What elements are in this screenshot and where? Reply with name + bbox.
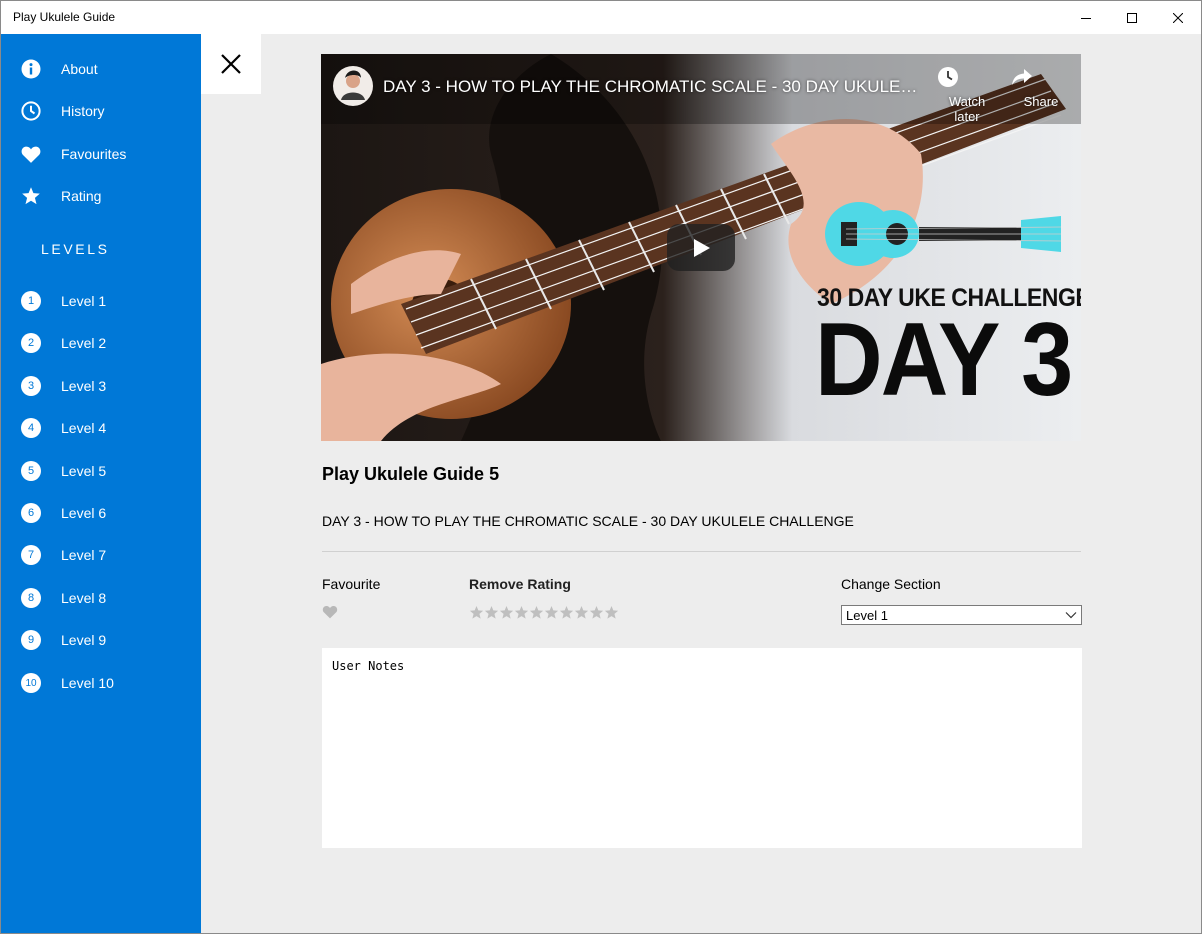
clock-icon (938, 67, 958, 87)
heart-icon (322, 605, 338, 619)
window-controls (1063, 1, 1201, 34)
watch-later-button[interactable]: Watch later (937, 66, 997, 124)
chevron-down-icon (1065, 612, 1077, 619)
star-icon[interactable] (589, 605, 604, 620)
divider (322, 551, 1081, 552)
sidebar-item-label: Level 6 (61, 505, 107, 521)
sidebar-item-label: Level 7 (61, 547, 107, 563)
sidebar-item-label: Level 1 (61, 293, 107, 309)
number-5-icon: 5 (21, 461, 41, 481)
info-icon (21, 59, 41, 79)
sidebar-item-label: About (61, 61, 98, 77)
sidebar-item-label: History (61, 103, 105, 119)
number-7-icon: 7 (21, 545, 41, 565)
play-button[interactable] (667, 224, 735, 271)
star-icon (21, 186, 41, 206)
sidebar-item-label: Level 3 (61, 378, 107, 394)
close-icon (221, 54, 241, 74)
thumbnail-day-text: DAY 3 (815, 302, 1073, 418)
sidebar-item-label: Favourites (61, 146, 127, 162)
change-section-label: Change Section (841, 576, 941, 592)
sidebar-item-label: Level 5 (61, 463, 107, 479)
section-select-value: Level 1 (846, 607, 888, 623)
sidebar-item-level-7[interactable]: 7 Level 7 (1, 537, 201, 573)
number-4-icon: 4 (21, 418, 41, 438)
sidebar-item-level-4[interactable]: 4 Level 4 (1, 410, 201, 446)
rating-stars[interactable] (469, 605, 619, 620)
number-6-icon: 6 (21, 503, 41, 523)
sidebar-item-rating[interactable]: Rating (1, 178, 201, 214)
favourite-label: Favourite (322, 576, 381, 592)
sidebar-item-level-6[interactable]: 6 Level 6 (1, 495, 201, 531)
sidebar-item-label: Level 10 (61, 675, 114, 691)
number-3-icon: 3 (21, 376, 41, 396)
sidebar-item-level-8[interactable]: 8 Level 8 (1, 580, 201, 616)
number-10-icon: 10 (21, 673, 41, 693)
video-description: DAY 3 - HOW TO PLAY THE CHROMATIC SCALE … (322, 513, 854, 529)
title-bar: Play Ukulele Guide (1, 1, 1201, 34)
sidebar-item-level-10[interactable]: 10 Level 10 (1, 665, 201, 701)
main-content: DAY 3 - HOW TO PLAY THE CHROMATIC SCALE … (201, 34, 1201, 933)
sidebar-item-about[interactable]: About (1, 51, 201, 87)
clock-icon (21, 101, 41, 121)
sidebar-item-label: Level 4 (61, 420, 107, 436)
number-9-icon: 9 (21, 630, 41, 650)
share-button[interactable]: Share (1011, 66, 1071, 109)
star-icon[interactable] (604, 605, 619, 620)
video-player[interactable]: DAY 3 - HOW TO PLAY THE CHROMATIC SCALE … (321, 54, 1081, 441)
number-1-icon: 1 (21, 291, 41, 311)
sidebar-item-level-1[interactable]: 1 Level 1 (1, 283, 201, 319)
sidebar-item-level-2[interactable]: 2 Level 2 (1, 325, 201, 361)
star-icon[interactable] (499, 605, 514, 620)
section-select[interactable]: Level 1 (841, 605, 1082, 625)
star-icon[interactable] (529, 605, 544, 620)
sidebar-item-label: Rating (61, 188, 102, 204)
play-icon (694, 238, 710, 257)
user-notes-input[interactable]: User Notes (322, 648, 1082, 848)
sidebar-item-history[interactable]: History (1, 93, 201, 129)
sidebar-item-level-3[interactable]: 3 Level 3 (1, 368, 201, 404)
sidebar-item-label: Level 2 (61, 335, 107, 351)
favourite-toggle[interactable] (322, 605, 338, 624)
number-2-icon: 2 (21, 333, 41, 353)
remove-rating-button[interactable]: Remove Rating (469, 576, 571, 592)
sidebar-item-label: Level 9 (61, 632, 107, 648)
share-icon (1012, 69, 1032, 85)
star-icon[interactable] (544, 605, 559, 620)
number-8-icon: 8 (21, 588, 41, 608)
video-title[interactable]: DAY 3 - HOW TO PLAY THE CHROMATIC SCALE … (383, 77, 923, 97)
app-title: Play Ukulele Guide (13, 10, 116, 24)
star-icon[interactable] (484, 605, 499, 620)
star-icon[interactable] (514, 605, 529, 620)
star-icon[interactable] (559, 605, 574, 620)
maximize-button[interactable] (1109, 1, 1155, 34)
sidebar-item-favourites[interactable]: Favourites (1, 136, 201, 172)
minimize-button[interactable] (1063, 1, 1109, 34)
heart-icon (21, 144, 41, 164)
close-pane-button[interactable] (201, 34, 261, 94)
star-icon[interactable] (469, 605, 484, 620)
close-window-button[interactable] (1155, 1, 1201, 34)
sidebar-item-level-9[interactable]: 9 Level 9 (1, 622, 201, 658)
sidebar: About History Favourites Rating LEVELS 1… (1, 34, 201, 933)
sidebar-item-label: Level 8 (61, 590, 107, 606)
star-icon[interactable] (574, 605, 589, 620)
page-title: Play Ukulele Guide 5 (322, 464, 500, 484)
sidebar-item-level-5[interactable]: 5 Level 5 (1, 453, 201, 489)
levels-header: LEVELS (41, 241, 110, 257)
